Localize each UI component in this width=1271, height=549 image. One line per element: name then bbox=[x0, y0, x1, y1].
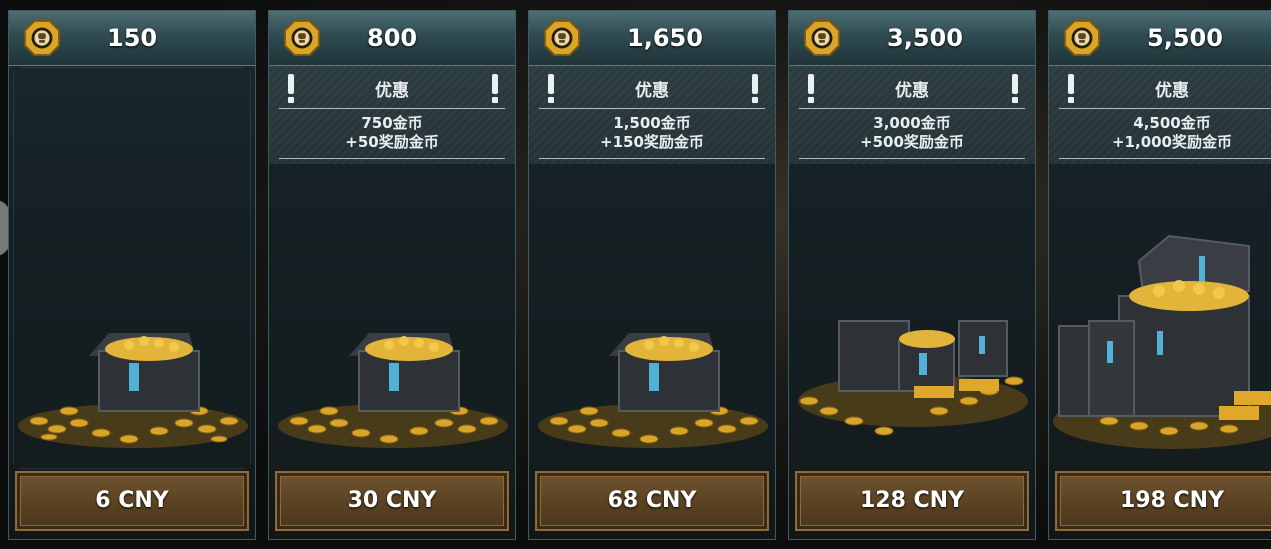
buy-button[interactable]: 128 CNY bbox=[795, 471, 1029, 531]
offer-panel: 优惠 1,500金币 +150奖励金币 bbox=[529, 66, 775, 164]
buy-button[interactable]: 68 CNY bbox=[535, 471, 769, 531]
price-label: 68 CNY bbox=[607, 488, 697, 513]
pack-card-5[interactable]: 5,500 优惠 4,500金币 +1,000奖励金币 198 CNY bbox=[1048, 10, 1271, 540]
pack-header: 800 bbox=[269, 11, 515, 66]
coin-chest-small-image bbox=[538, 333, 768, 448]
divider bbox=[1059, 158, 1271, 159]
offer-bonus-coins: +1,000奖励金币 bbox=[1111, 133, 1232, 151]
coin-vault-large-image bbox=[1053, 234, 1271, 449]
offer-bonus-coins: +500奖励金币 bbox=[860, 133, 964, 151]
buy-button[interactable]: 198 CNY bbox=[1055, 471, 1271, 531]
coin-amount: 800 bbox=[367, 24, 418, 52]
gold-coin-icon bbox=[23, 19, 61, 57]
coin-crates-medium-image bbox=[798, 320, 1028, 436]
pack-card-4[interactable]: 3,500 优惠 3,000金币 +500奖励金币 128 CNY bbox=[788, 10, 1036, 540]
price-label: 128 CNY bbox=[859, 488, 965, 513]
pack-card-2[interactable]: 800 优惠 750金币 +50奖励金币 30 CNY bbox=[268, 10, 516, 540]
offer-title: 优惠 bbox=[375, 81, 409, 101]
coin-chest-small-image bbox=[278, 333, 508, 448]
divider bbox=[1059, 108, 1271, 109]
gold-coin-icon bbox=[283, 19, 321, 57]
pack-header: 150 bbox=[9, 11, 255, 66]
offer-base-coins: 4,500金币 bbox=[1133, 114, 1211, 132]
coin-chest-small-image bbox=[18, 333, 248, 448]
pack-header: 5,500 bbox=[1049, 11, 1271, 66]
offer-bonus-coins: +150奖励金币 bbox=[600, 133, 704, 151]
offer-base-coins: 3,000金币 bbox=[873, 114, 951, 132]
buy-button[interactable]: 30 CNY bbox=[275, 471, 509, 531]
price-label: 30 CNY bbox=[347, 488, 437, 513]
offer-bonus-coins: +50奖励金币 bbox=[345, 133, 439, 151]
price-label: 6 CNY bbox=[95, 488, 169, 513]
pack-card-3[interactable]: 1,650 优惠 1,500金币 +150奖励金币 68 CNY bbox=[528, 10, 776, 540]
pack-header: 3,500 bbox=[789, 11, 1035, 66]
offer-panel: 优惠 4,500金币 +1,000奖励金币 bbox=[1049, 66, 1271, 164]
divider bbox=[799, 158, 1025, 159]
coin-amount: 1,650 bbox=[627, 24, 703, 52]
offer-title: 优惠 bbox=[635, 81, 669, 101]
offer-title: 优惠 bbox=[895, 81, 929, 101]
offer-title: 优惠 bbox=[1155, 81, 1189, 101]
gold-coin-icon bbox=[1063, 19, 1101, 57]
gold-coin-icon bbox=[803, 19, 841, 57]
offer-base-coins: 750金币 bbox=[361, 114, 423, 132]
offer-base-coins: 1,500金币 bbox=[613, 114, 691, 132]
gold-coin-icon bbox=[543, 19, 581, 57]
pack-card-1[interactable]: 150 6 CNY bbox=[8, 10, 256, 540]
buy-button[interactable]: 6 CNY bbox=[15, 471, 249, 531]
offer-panel: 优惠 750金币 +50奖励金币 bbox=[269, 66, 515, 164]
offer-panel: 优惠 3,000金币 +500奖励金币 bbox=[789, 66, 1035, 164]
divider bbox=[279, 158, 505, 159]
divider bbox=[539, 158, 765, 159]
price-label: 198 CNY bbox=[1119, 488, 1225, 513]
coin-amount: 150 bbox=[107, 24, 158, 52]
pack-header: 1,650 bbox=[529, 11, 775, 66]
divider bbox=[799, 108, 1025, 109]
coin-amount: 3,500 bbox=[887, 24, 963, 52]
divider bbox=[279, 108, 505, 109]
divider bbox=[539, 108, 765, 109]
coin-amount: 5,500 bbox=[1147, 24, 1223, 52]
